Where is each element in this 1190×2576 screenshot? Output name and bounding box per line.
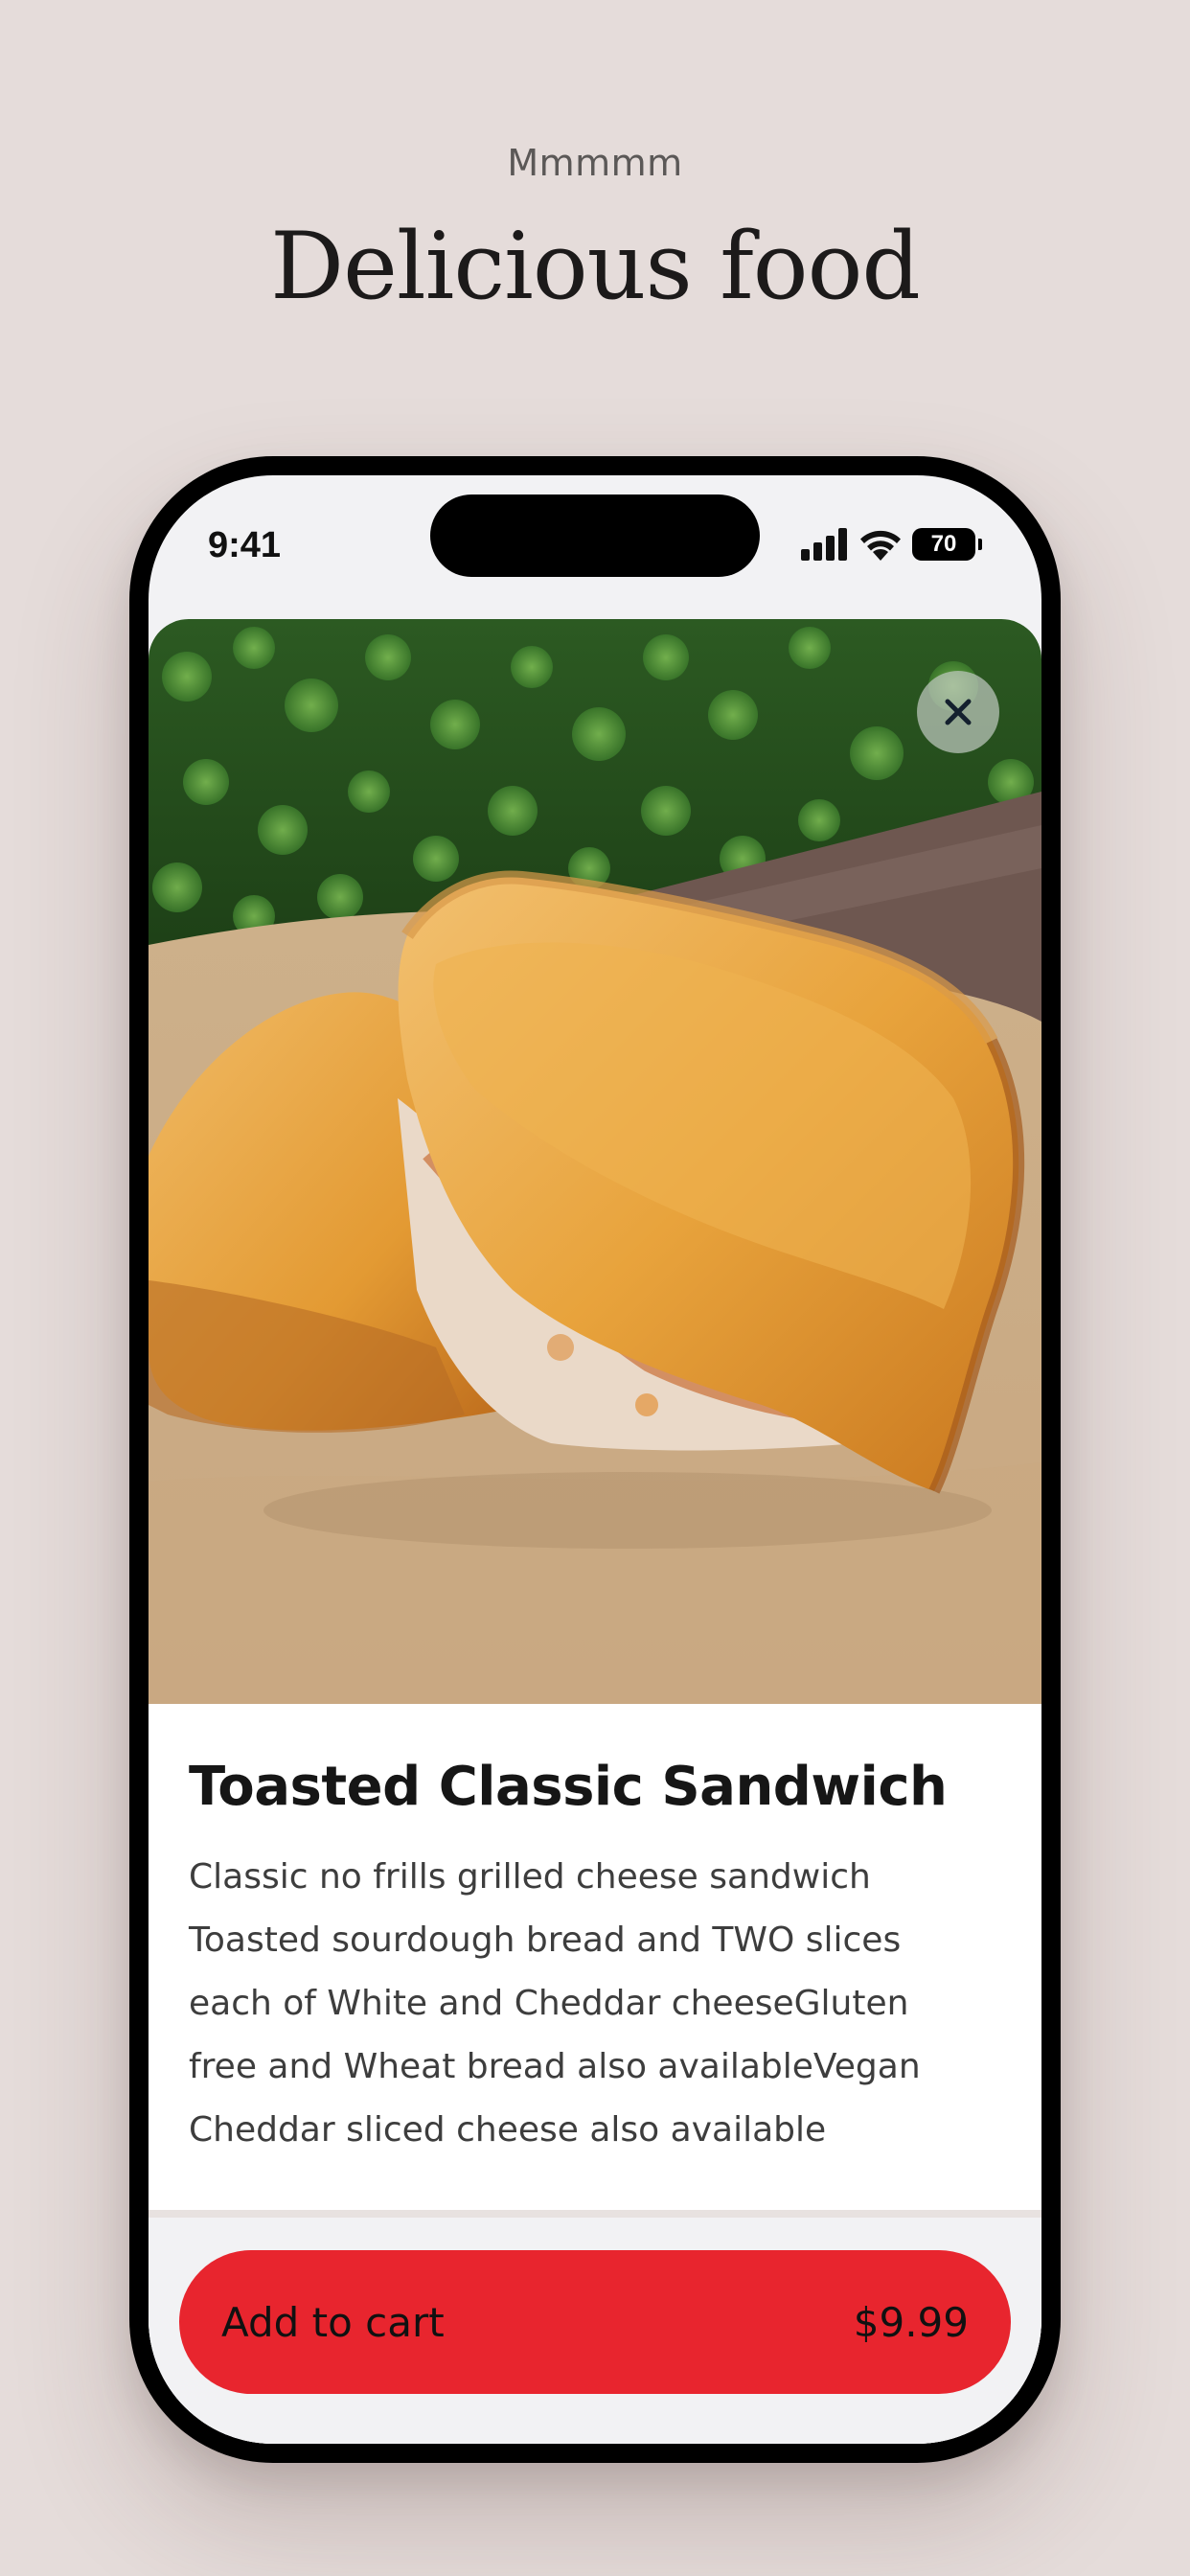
- battery-level: 70: [912, 528, 975, 561]
- status-bar: 9:41 70: [149, 475, 1041, 619]
- status-time: 9:41: [208, 525, 282, 565]
- page-headline: Delicious food: [270, 213, 921, 320]
- close-button[interactable]: [917, 671, 999, 753]
- bottom-action-bar: Add to cart $9.99: [149, 2218, 1041, 2444]
- add-to-cart-button[interactable]: Add to cart $9.99: [179, 2250, 1011, 2394]
- product-sheet: Toasted Classic Sandwich Classic no fril…: [149, 619, 1041, 2444]
- wifi-icon: [860, 530, 901, 561]
- phone-screen: 9:41 70 Toasted Classic Sandwich Classic…: [149, 475, 1041, 2444]
- divider: [149, 2210, 1041, 2218]
- signal-icon: [801, 528, 847, 561]
- eyebrow-text: Mmmmm: [507, 142, 683, 184]
- product-description: Classic no frills grilled cheese sandwic…: [189, 1857, 921, 2150]
- battery-icon: 70: [912, 528, 982, 561]
- sandwich-photo: [149, 619, 1041, 1704]
- product-image: [149, 619, 1041, 1704]
- close-icon: [945, 699, 972, 725]
- status-icons: 70: [801, 527, 982, 562]
- product-price: $9.99: [853, 2298, 969, 2346]
- product-title: Toasted Classic Sandwich: [189, 1756, 948, 1818]
- add-to-cart-label: Add to cart: [221, 2298, 445, 2346]
- phone-frame: 9:41 70 Toasted Classic Sandwich Classic…: [129, 456, 1061, 2463]
- dynamic-island: [430, 494, 760, 577]
